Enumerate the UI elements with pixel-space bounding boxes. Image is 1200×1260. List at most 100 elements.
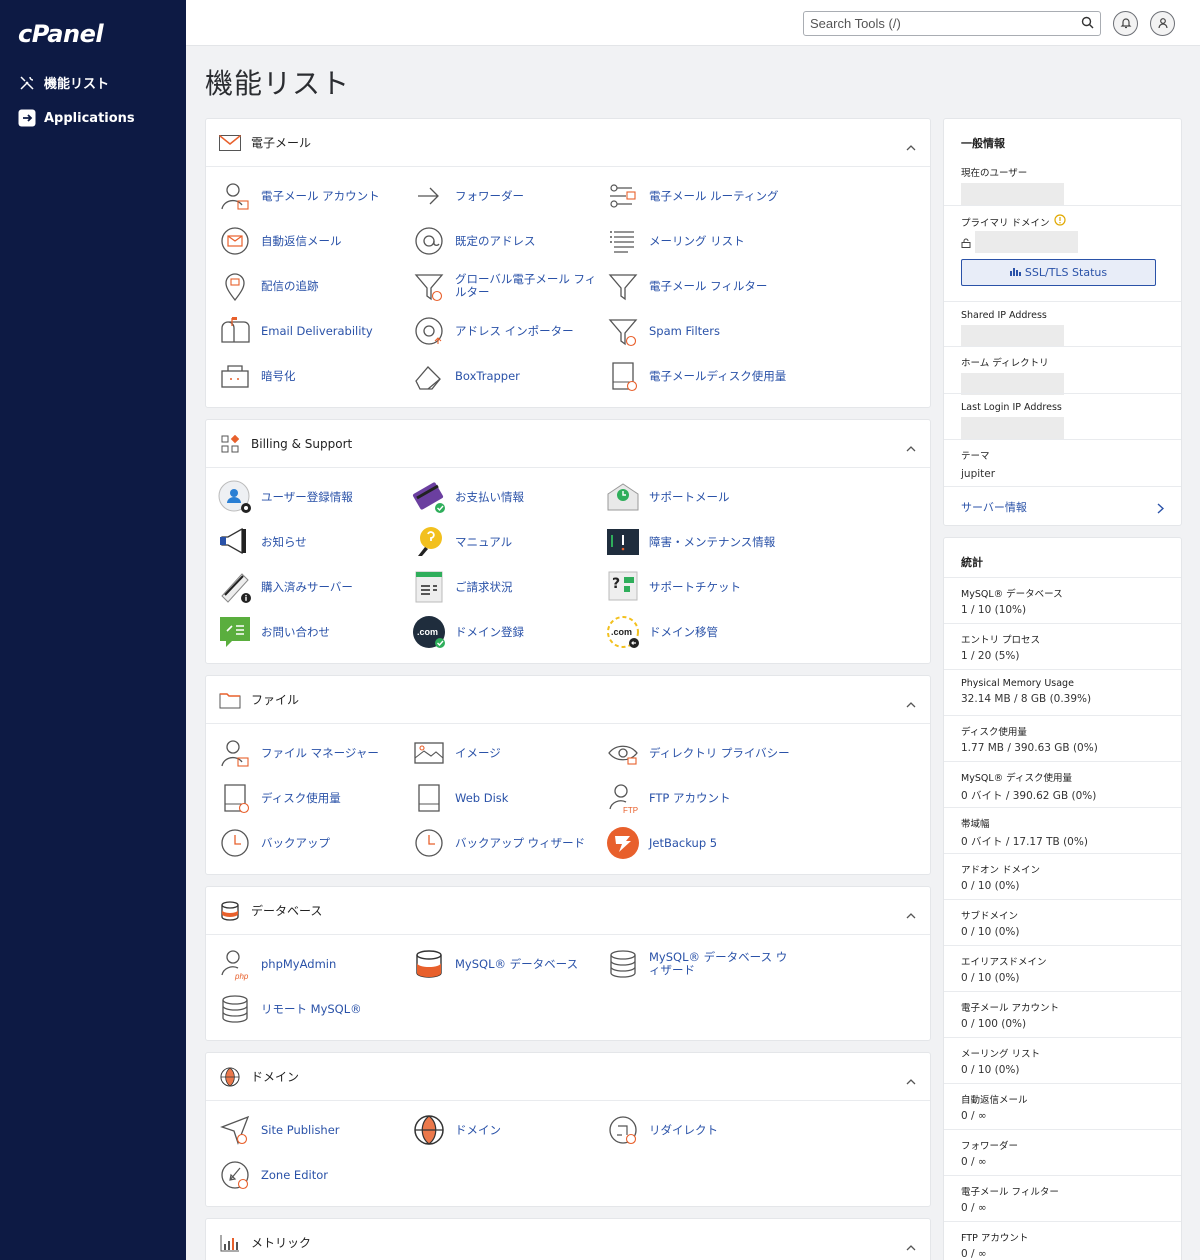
tool-maintenance-info[interactable]: 障害・メンテナンス情報 [606, 522, 796, 562]
tool-domain-registration[interactable]: .com ドメイン登録 [412, 612, 602, 652]
stat-row: フォワーダー 0 / ∞ [944, 1129, 1181, 1175]
tool-manual[interactable]: マニュアル [412, 522, 602, 562]
svg-text:.com: .com [611, 627, 632, 637]
sidebar-item-applications[interactable]: Applications [18, 109, 135, 127]
tool-mysql-wizard[interactable]: MySQL® データベース ウィザード [606, 944, 796, 984]
chevron-up-icon[interactable] [906, 904, 916, 923]
tool-email-filters[interactable]: 電子メール フィルター [606, 266, 796, 306]
section-title: データベース [251, 904, 323, 918]
tool-backup-wizard[interactable]: バックアップ ウィザード [412, 823, 602, 863]
image-icon [412, 736, 446, 770]
tool-phpmyadmin[interactable]: php phpMyAdmin [218, 944, 408, 984]
tool-disk-usage[interactable]: ディスク使用量 [218, 778, 408, 818]
tool-images[interactable]: イメージ [412, 733, 602, 773]
unlock-icon [961, 233, 971, 252]
chevron-up-icon[interactable] [906, 1236, 916, 1255]
database-wizard-icon [606, 947, 640, 981]
tool-directory-privacy[interactable]: ディレクトリ プライバシー [606, 733, 796, 773]
section-title: 電子メール [251, 136, 312, 150]
tool-contact[interactable]: お問い合わせ [218, 612, 408, 652]
mailbox-icon [218, 314, 252, 348]
tool-ftp-accounts[interactable]: FTP アカウント [606, 778, 796, 818]
search-input[interactable] [810, 16, 1081, 31]
metrics-section-header[interactable]: メトリック [206, 1219, 930, 1260]
tool-track-delivery[interactable]: 配信の追跡 [218, 266, 408, 306]
tool-boxtrapper[interactable]: BoxTrapper [412, 356, 602, 396]
billing-section: Billing & Support ユーザー登録情報 お支払い情報 サポートメー… [205, 419, 931, 664]
stat-row: エントリ プロセス 1 / 20 (5%) [944, 623, 1181, 669]
stat-row: MySQL® データベース 1 / 10 (10%) [944, 577, 1181, 623]
stat-label: 自動返信メール [961, 1095, 1028, 1106]
tool-user-info[interactable]: ユーザー登録情報 [218, 477, 408, 517]
stat-value: 1 / 10 (10%) [961, 604, 1027, 616]
chevron-up-icon[interactable] [906, 136, 916, 155]
tool-spam-filters[interactable]: Spam Filters [606, 311, 796, 351]
search-box[interactable] [803, 11, 1101, 36]
tool-announcements[interactable]: お知らせ [218, 522, 408, 562]
database-section-header[interactable]: データベース [206, 887, 930, 935]
tool-mailing-lists[interactable]: メーリング リスト [606, 221, 796, 261]
cpanel-logo[interactable]: cPanel [18, 20, 104, 48]
stat-row: 電子メール フィルター 0 / ∞ [944, 1175, 1181, 1221]
theme-label: テーマ [961, 451, 990, 462]
stat-row: 自動返信メール 0 / ∞ [944, 1083, 1181, 1129]
notifications-button[interactable] [1113, 11, 1138, 36]
chevron-up-icon[interactable] [906, 437, 916, 456]
backup-wizard-icon [412, 826, 446, 860]
tool-support-ticket[interactable]: ? サポートチケット [606, 567, 796, 607]
disk-usage-icon [606, 359, 640, 393]
tool-payment-info[interactable]: お支払い情報 [412, 477, 602, 517]
section-title: ファイル [251, 693, 300, 707]
tool-zone-editor[interactable]: Zone Editor [218, 1155, 408, 1195]
support-mail-icon [606, 480, 640, 514]
stat-row: メーリング リスト 0 / 10 (0%) [944, 1037, 1181, 1083]
files-section-header[interactable]: ファイル [206, 676, 930, 724]
tool-purchased-servers[interactable]: 購入済みサーバー [218, 567, 408, 607]
tool-mysql-databases[interactable]: MySQL® データベース [412, 944, 602, 984]
tool-email-routing[interactable]: 電子メール ルーティング [606, 176, 796, 216]
tool-backup[interactable]: バックアップ [218, 823, 408, 863]
tool-redirects[interactable]: リダイレクト [606, 1110, 796, 1150]
tool-support-mail[interactable]: サポートメール [606, 477, 796, 517]
tool-remote-mysql[interactable]: リモート MySQL® [218, 989, 408, 1029]
user-menu-button[interactable] [1150, 11, 1175, 36]
sidebar-item-label: Applications [44, 110, 135, 126]
jetbackup-icon [606, 826, 640, 860]
billing-section-header[interactable]: Billing & Support [206, 420, 930, 468]
server-info-link[interactable]: サーバー情報 [944, 486, 1181, 526]
stat-row: 電子メール アカウント 0 / 100 (0%) [944, 991, 1181, 1037]
stat-value: 0 バイト / 390.62 GB (0%) [961, 790, 1097, 802]
zone-editor-icon [218, 1158, 252, 1192]
stat-row: サブドメイン 0 / 10 (0%) [944, 899, 1181, 945]
tool-billing-status[interactable]: ご請求状況 [412, 567, 602, 607]
tool-email-disk-usage[interactable]: 電子メールディスク使用量 [606, 356, 796, 396]
warning-icon[interactable] [1053, 214, 1066, 229]
chevron-up-icon[interactable] [906, 1070, 916, 1089]
tool-encryption[interactable]: 暗号化 [218, 356, 408, 396]
search-icon[interactable] [1081, 14, 1094, 33]
tool-email-deliverability[interactable]: Email Deliverability [218, 311, 408, 351]
tool-autoresponders[interactable]: 自動返信メール [218, 221, 408, 261]
last-login-ip-row: Last Login IP Address [944, 393, 1181, 439]
tool-web-disk[interactable]: Web Disk [412, 778, 602, 818]
email-section-header[interactable]: 電子メール [206, 119, 930, 167]
tool-forwarders[interactable]: フォワーダー [412, 176, 602, 216]
database-icon [218, 899, 242, 923]
chevron-up-icon[interactable] [906, 693, 916, 712]
tool-address-importer[interactable]: アドレス インポーター [412, 311, 602, 351]
section-title: メトリック [251, 1236, 312, 1250]
tool-file-manager[interactable]: ファイル マネージャー [218, 733, 408, 773]
tool-domain-transfer[interactable]: .com ドメイン移管 [606, 612, 796, 652]
tool-jetbackup[interactable]: JetBackup 5 [606, 823, 796, 863]
tool-global-email-filters[interactable]: グローバル電子メール フィルター [412, 266, 602, 306]
sidebar-item-tools[interactable]: 機能リスト [18, 73, 109, 92]
tool-default-address[interactable]: 既定のアドレス [412, 221, 602, 261]
domains-section-header[interactable]: ドメイン [206, 1053, 930, 1101]
sidebar: cPanel 機能リスト Applications [0, 0, 186, 1260]
tool-email-accounts[interactable]: 電子メール アカウント [218, 176, 408, 216]
last-login-ip-label: Last Login IP Address [961, 402, 1062, 413]
tool-domains[interactable]: ドメイン [412, 1110, 602, 1150]
ssl-status-button[interactable]: SSL/TLS Status [961, 259, 1156, 286]
stat-value: 0 / 10 (0%) [961, 926, 1020, 938]
tool-site-publisher[interactable]: Site Publisher [218, 1110, 408, 1150]
